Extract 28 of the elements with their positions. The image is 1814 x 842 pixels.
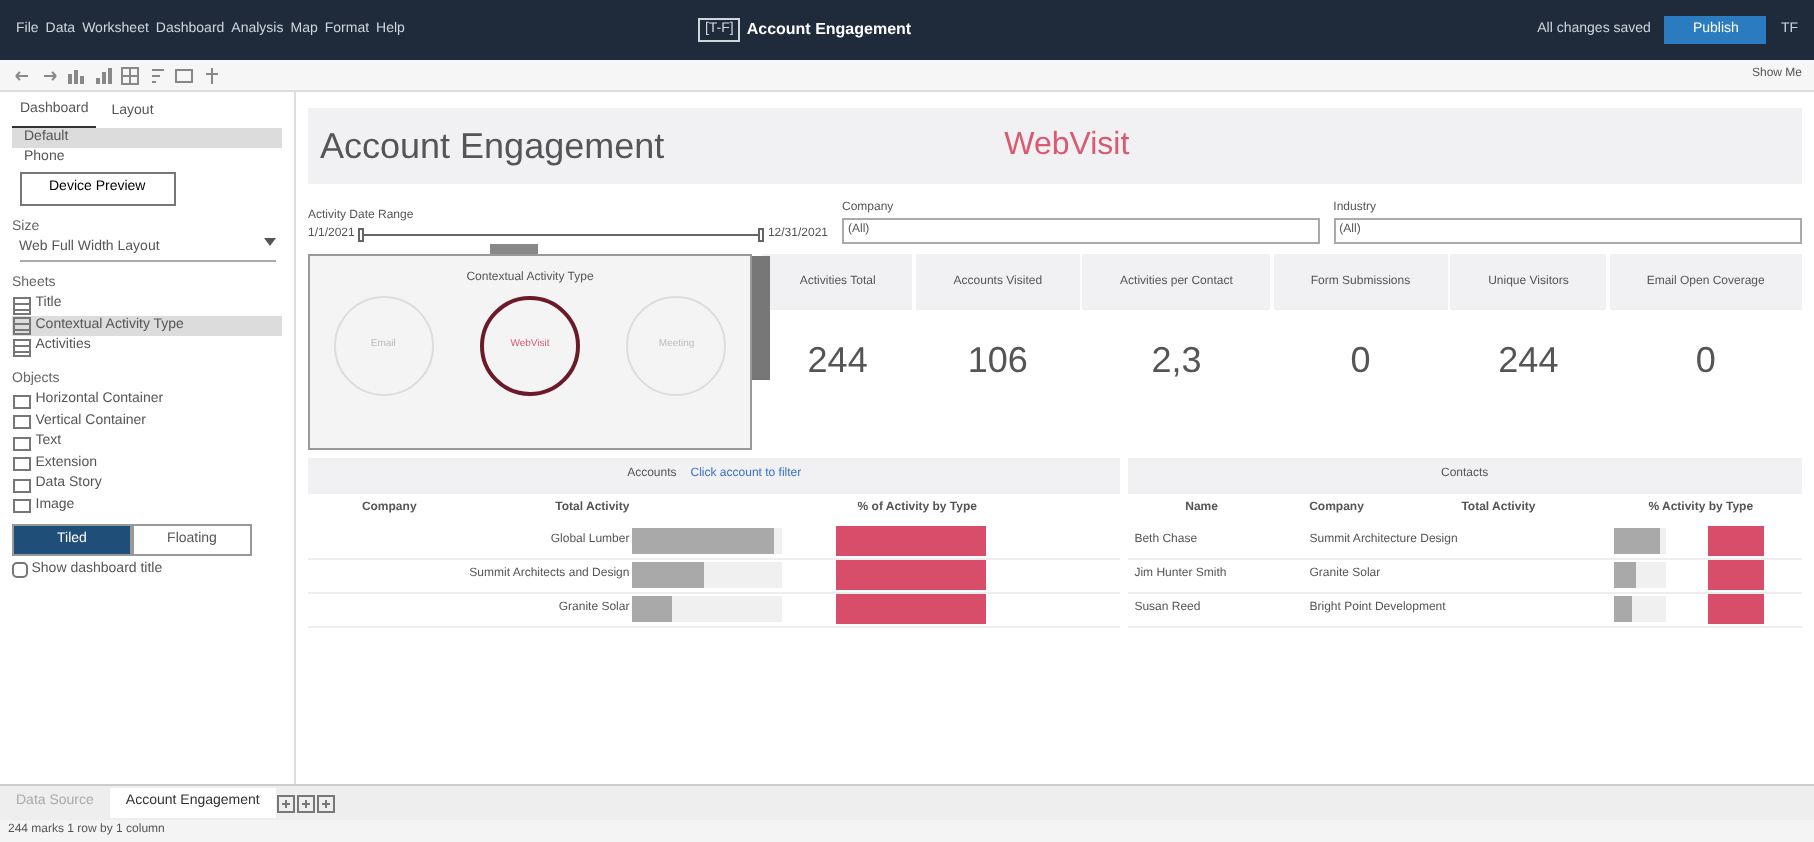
- kpi-value: 106: [965, 337, 1030, 383]
- redo-icon[interactable]: [39, 65, 59, 85]
- kpi-value: 244: [805, 337, 870, 383]
- sheet-icon: [12, 316, 32, 336]
- slider-handle[interactable]: [358, 227, 365, 242]
- caret-icon: [263, 238, 275, 247]
- type-bar: [1707, 560, 1764, 590]
- sheet-icon: [12, 337, 32, 357]
- type-bar: [1707, 526, 1764, 556]
- new-dashboard-icon[interactable]: [295, 793, 316, 813]
- new-story-icon[interactable]: [315, 793, 336, 813]
- kpi-value: 0: [1348, 337, 1373, 383]
- grid-icon[interactable]: [120, 65, 140, 85]
- kpi-value: 2,3: [1149, 337, 1204, 383]
- type-bar: [1707, 594, 1764, 624]
- undo-icon[interactable]: [12, 65, 32, 85]
- new-sheet-icon[interactable]: [275, 793, 296, 813]
- dashboard-subtitle: WebVisit: [1004, 126, 1130, 166]
- kpi-value: 0: [1693, 337, 1718, 383]
- chart-icon[interactable]: [66, 65, 86, 85]
- workbook-title: Account Engagement: [746, 18, 912, 42]
- dashboard-title: Account Engagement: [320, 123, 665, 170]
- sheet-icon: [12, 295, 32, 315]
- chart-icon[interactable]: [93, 65, 113, 85]
- sort-icon[interactable]: [147, 65, 167, 85]
- checkbox[interactable]: [12, 562, 28, 579]
- kpi-value: 244: [1496, 337, 1561, 383]
- slider-handle[interactable]: [758, 227, 765, 242]
